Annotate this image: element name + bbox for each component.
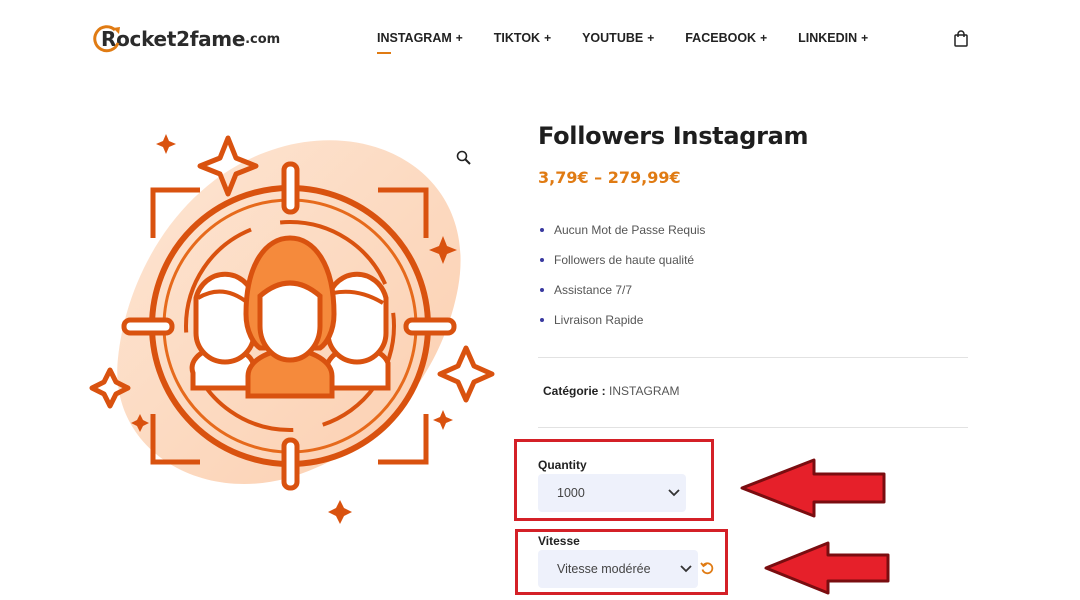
highlight-box	[514, 439, 714, 521]
list-item: Aucun Mot de Passe Requis	[538, 222, 705, 252]
list-item: Assistance 7/7	[538, 282, 705, 312]
plus-icon: +	[647, 31, 655, 45]
plus-icon: +	[861, 31, 869, 45]
product-title: Followers Instagram	[538, 122, 809, 150]
nav-label: FACEBOOK	[685, 31, 757, 45]
nav-label: TIKTOK	[493, 31, 541, 45]
product-category: Catégorie : INSTAGRAM	[543, 384, 679, 398]
product-price: 3,79€ – 279,99€	[538, 168, 681, 187]
nav-label: YOUTUBE	[582, 31, 644, 45]
nav-label: INSTAGRAM	[377, 31, 452, 45]
nav-item-youtube[interactable]: YOUTUBE +	[582, 31, 654, 45]
site-logo[interactable]: Rocket2fame .com	[93, 24, 281, 54]
arrow-left-icon	[764, 541, 890, 595]
nav-label: LINKEDIN	[798, 31, 858, 45]
logo-suffix: .com	[245, 31, 281, 47]
list-item: Followers de haute qualité	[538, 252, 705, 282]
plus-icon: +	[760, 31, 768, 45]
main-nav: INSTAGRAM + TIKTOK + YOUTUBE + FACEBOOK + LI…	[377, 31, 899, 54]
product-image	[89, 134, 495, 524]
divider	[538, 357, 968, 358]
divider	[538, 427, 968, 428]
plus-icon: +	[544, 31, 552, 45]
arrow-left-icon	[740, 458, 886, 518]
plus-icon: +	[455, 31, 463, 45]
list-item: Livraison Rapide	[538, 312, 705, 342]
zoom-icon[interactable]	[456, 150, 472, 166]
nav-item-tiktok[interactable]: TIKTOK +	[494, 31, 551, 45]
nav-item-instagram[interactable]: INSTAGRAM +	[377, 31, 463, 54]
nav-item-linkedin[interactable]: LINKEDIN +	[798, 31, 868, 45]
category-label: Catégorie :	[543, 384, 606, 398]
shopping-bag-icon[interactable]	[953, 30, 969, 48]
feature-list: Aucun Mot de Passe Requis Followers de h…	[538, 222, 705, 342]
rocket-logo-icon	[93, 25, 120, 53]
nav-item-facebook[interactable]: FACEBOOK +	[685, 31, 767, 45]
category-link[interactable]: INSTAGRAM	[609, 384, 679, 398]
highlight-box	[515, 529, 728, 595]
